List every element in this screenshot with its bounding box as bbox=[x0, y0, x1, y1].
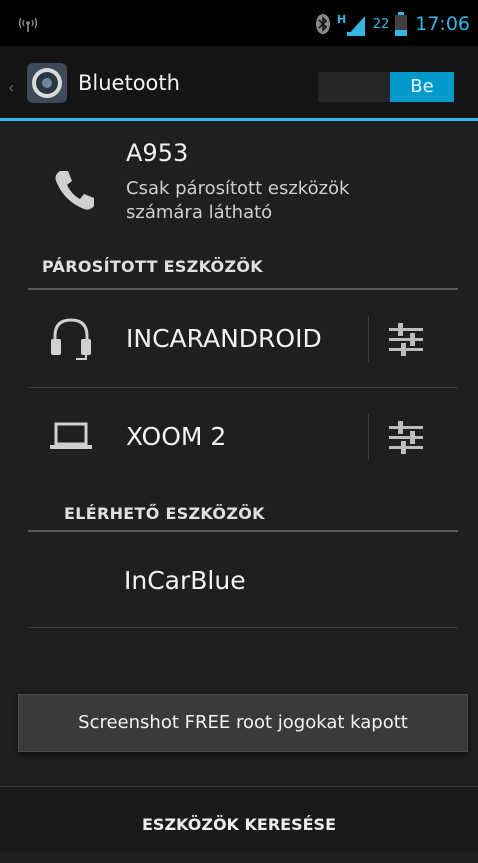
available-header-divider bbox=[28, 530, 458, 532]
row-divider bbox=[28, 627, 458, 628]
phone-icon bbox=[55, 171, 94, 210]
wireless-signal-icon bbox=[18, 18, 38, 32]
page-title: Bluetooth bbox=[78, 71, 180, 95]
paired-device-row[interactable]: INCARANDROID bbox=[28, 290, 458, 388]
network-type-label: H bbox=[337, 13, 346, 26]
status-bar: H 22 17:06 bbox=[0, 0, 478, 46]
settings-app-icon[interactable] bbox=[26, 62, 68, 104]
available-device-row[interactable]: InCarBlue bbox=[28, 538, 458, 626]
paired-device-name: XOOM 2 bbox=[126, 422, 227, 451]
row-vertical-divider bbox=[368, 316, 369, 362]
own-device-visibility: Csak párosított eszközök számára látható bbox=[126, 178, 350, 223]
bluetooth-toggle[interactable]: Be bbox=[318, 72, 454, 102]
paired-devices-header: PÁROSÍTOTT ESZKÖZÖK bbox=[42, 257, 263, 276]
own-device-item[interactable]: A953 Csak párosított eszközök számára lá… bbox=[0, 121, 478, 253]
row-vertical-divider bbox=[368, 414, 369, 460]
battery-level: 22 bbox=[372, 16, 390, 32]
clock: 17:06 bbox=[415, 13, 470, 35]
paired-device-name: INCARANDROID bbox=[126, 324, 322, 353]
device-settings-icon[interactable] bbox=[386, 418, 426, 458]
bottom-action-bar: ESZKÖZÖK KERESÉSE bbox=[0, 786, 478, 852]
back-caret-icon[interactable]: ‹ bbox=[8, 78, 14, 97]
toggle-on-label: Be bbox=[390, 72, 454, 102]
available-device-name: InCarBlue bbox=[124, 566, 246, 595]
action-bar: ‹ Bluetooth Be bbox=[0, 46, 478, 121]
search-devices-button[interactable]: ESZKÖZÖK KERESÉSE bbox=[0, 787, 478, 852]
available-devices-header: ELÉRHETŐ ESZKÖZÖK bbox=[64, 504, 265, 523]
paired-device-row[interactable]: XOOM 2 bbox=[28, 388, 458, 486]
toast-message: Screenshot FREE root jogokat kapott bbox=[18, 694, 468, 752]
cell-signal-icon: H bbox=[337, 13, 365, 36]
device-settings-icon[interactable] bbox=[386, 320, 426, 360]
own-device-name: A953 bbox=[126, 139, 189, 167]
laptop-icon bbox=[50, 422, 92, 449]
battery-icon bbox=[395, 12, 408, 36]
headset-icon bbox=[51, 318, 91, 360]
bluetooth-icon bbox=[315, 14, 330, 34]
